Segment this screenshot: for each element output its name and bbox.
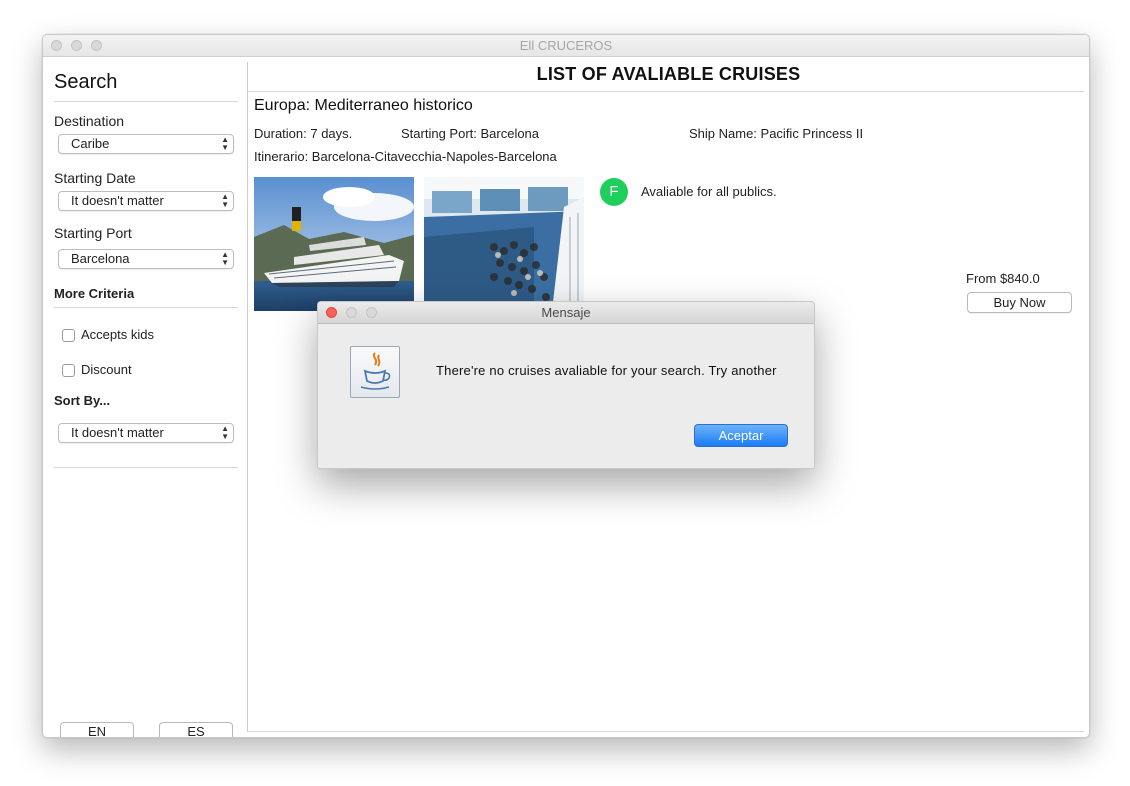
ship-photo	[254, 177, 414, 311]
language-es-button[interactable]: ES	[159, 722, 233, 737]
accepts-kids-checkbox[interactable]	[62, 329, 75, 342]
cruise-ship-name: Ship Name: Pacific Princess II	[689, 126, 864, 141]
accepts-kids-label[interactable]: Accepts kids	[81, 327, 154, 342]
divider	[248, 91, 1084, 92]
list-title: LIST OF AVALIABLE CRUISES	[536, 64, 801, 84]
discount-label[interactable]: Discount	[81, 362, 132, 377]
dialog-title-bar[interactable]: Mensaje	[318, 302, 814, 324]
divider	[54, 467, 238, 468]
up-down-arrows-icon: ▲ ▼	[221, 250, 229, 267]
cruise-itinerary: Itinerario: Barcelona-Citavecchia-Napole…	[254, 149, 557, 164]
destination-value: Caribe	[71, 136, 110, 151]
starting-date-label: Starting Date	[54, 170, 136, 186]
up-down-arrows-icon: ▲ ▼	[221, 135, 229, 152]
up-down-arrows-icon: ▲ ▼	[221, 192, 229, 209]
accept-button[interactable]: Aceptar	[694, 424, 788, 447]
divider	[248, 731, 1084, 732]
cruise-starting-port: Starting Port: Barcelona	[401, 126, 540, 141]
dialog-message: There're no cruises avaliable for your s…	[436, 363, 777, 378]
title-bar[interactable]: Ell CRUCEROS	[43, 35, 1089, 57]
search-sidebar: Search Destination Caribe ▲ ▼ Starting Da…	[43, 57, 247, 737]
starting-port-value: Barcelona	[71, 251, 130, 266]
sort-by-select[interactable]: It doesn't matter ▲ ▼	[58, 423, 234, 443]
dialog-title: Mensaje	[541, 305, 591, 320]
divider	[54, 307, 238, 308]
language-en-button[interactable]: EN	[60, 722, 134, 737]
java-icon	[350, 346, 400, 398]
sort-by-value: It doesn't matter	[71, 425, 164, 440]
destination-select[interactable]: Caribe ▲ ▼	[58, 134, 234, 154]
cruise-duration: Duration: 7 days.	[254, 126, 353, 141]
destination-label: Destination	[54, 113, 125, 129]
audience-badge: F	[600, 178, 628, 206]
terminal-photo	[424, 177, 584, 311]
discount-checkbox[interactable]	[62, 364, 75, 377]
starting-port-label: Starting Port	[54, 225, 132, 241]
starting-date-value: It doesn't matter	[71, 193, 164, 208]
buy-now-button[interactable]: Buy Now	[967, 292, 1072, 313]
starting-port-select[interactable]: Barcelona ▲ ▼	[58, 249, 234, 269]
window-title: Ell CRUCEROS	[519, 38, 613, 53]
sidebar-title: Search	[54, 71, 118, 93]
cruise-price: From $840.0	[966, 271, 1040, 286]
divider	[54, 101, 238, 102]
cruise-name: Europa: Mediterraneo historico	[254, 97, 473, 114]
message-dialog: Mensaje There're no cruises avaliable fo…	[317, 301, 815, 469]
starting-date-select[interactable]: It doesn't matter ▲ ▼	[58, 191, 234, 211]
up-down-arrows-icon: ▲ ▼	[221, 424, 229, 441]
sort-by-heading: Sort By...	[54, 393, 111, 408]
more-criteria-heading: More Criteria	[54, 286, 135, 301]
audience-text: Avaliable for all publics.	[641, 184, 777, 199]
